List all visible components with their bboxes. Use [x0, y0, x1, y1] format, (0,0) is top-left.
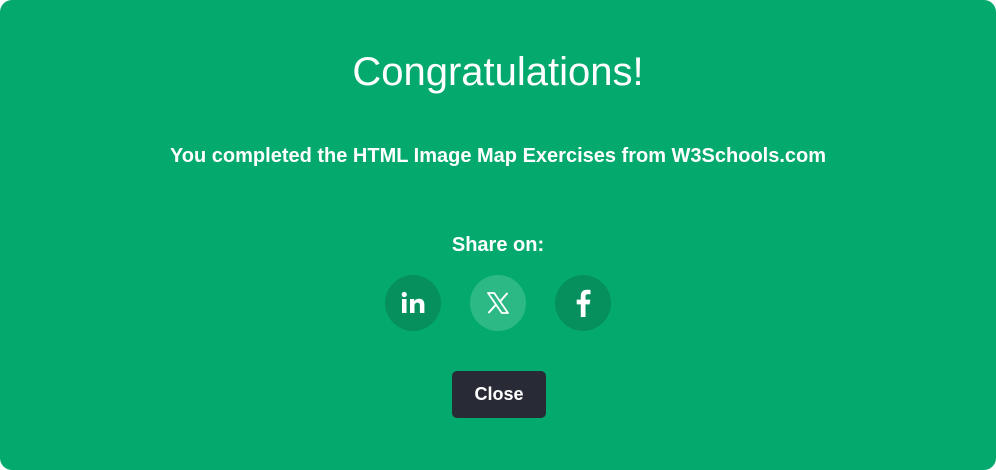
congratulations-modal: Congratulations! You completed the HTML …	[0, 0, 996, 470]
x-icon	[486, 291, 510, 315]
modal-title: Congratulations!	[352, 50, 644, 94]
share-label: Share on:	[451, 234, 545, 256]
share-facebook-button[interactable]	[555, 275, 611, 331]
linkedin-icon	[400, 291, 426, 315]
close-button[interactable]: Close	[452, 371, 546, 418]
share-x-button[interactable]	[470, 275, 526, 331]
facebook-icon	[575, 289, 591, 317]
share-linkedin-button[interactable]	[385, 275, 441, 331]
social-share-row	[0, 275, 996, 331]
completion-message: You completed the HTML Image Map Exercis…	[169, 145, 827, 167]
